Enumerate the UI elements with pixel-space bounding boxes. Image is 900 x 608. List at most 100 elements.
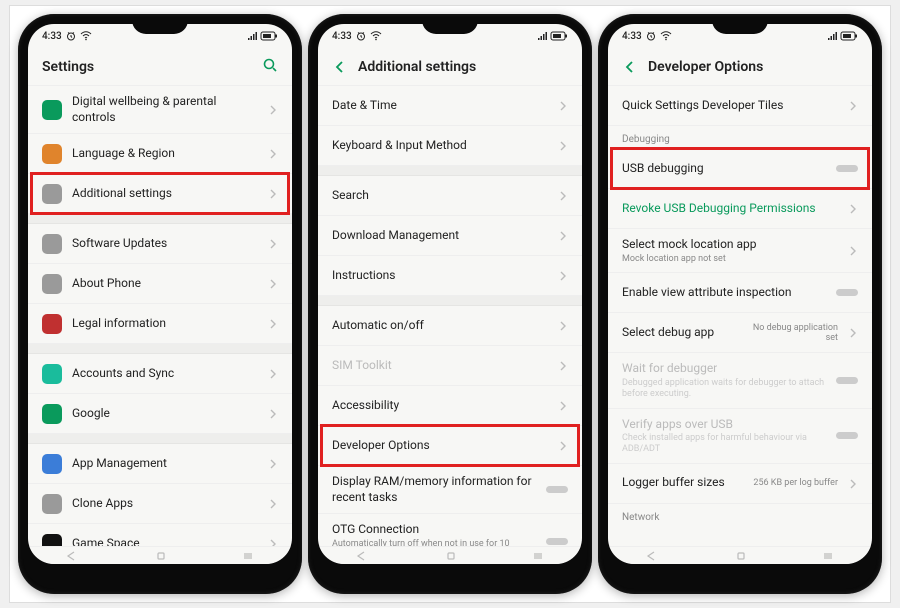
row-label: Automatic on/off bbox=[332, 318, 548, 334]
settings-row[interactable]: OTG Connection Automatically turn off wh… bbox=[318, 514, 582, 546]
search-button[interactable] bbox=[262, 57, 278, 77]
row-text: Select debug app bbox=[622, 325, 738, 341]
settings-row[interactable]: Language & Region bbox=[28, 134, 292, 174]
toggle-switch[interactable] bbox=[546, 486, 568, 493]
toggle-switch[interactable] bbox=[836, 289, 858, 296]
alarm-icon bbox=[356, 31, 366, 41]
settings-row[interactable]: Automatic on/off bbox=[318, 306, 582, 346]
settings-row[interactable]: Legal information bbox=[28, 304, 292, 344]
settings-row[interactable]: Enable view attribute inspection bbox=[608, 273, 872, 313]
toggle-switch[interactable] bbox=[546, 538, 568, 545]
apps-icon bbox=[42, 454, 62, 474]
row-text: Clone Apps bbox=[72, 496, 258, 512]
back-button[interactable] bbox=[332, 59, 348, 75]
row-text: Quick Settings Developer Tiles bbox=[622, 98, 838, 114]
settings-row[interactable]: Developer Options bbox=[318, 426, 582, 466]
settings-row[interactable]: Verify apps over USB Check installed app… bbox=[608, 409, 872, 464]
notch bbox=[132, 20, 188, 34]
chevron-right-icon bbox=[268, 100, 278, 119]
settings-row[interactable]: Select mock location app Mock location a… bbox=[608, 229, 872, 273]
row-text: Accessibility bbox=[332, 398, 548, 414]
settings-row[interactable]: Wait for debugger Debugged application w… bbox=[608, 353, 872, 408]
settings-row[interactable]: App Management bbox=[28, 444, 292, 484]
row-text: Instructions bbox=[332, 268, 548, 284]
settings-row[interactable]: Display RAM/memory information for recen… bbox=[318, 466, 582, 514]
phone-screen: 4:33 Additional settings Date & Time bbox=[318, 24, 582, 564]
nav-back[interactable] bbox=[66, 546, 80, 564]
nav-recents[interactable] bbox=[532, 546, 544, 564]
nav-recents[interactable] bbox=[242, 546, 254, 564]
section-gap bbox=[28, 344, 292, 354]
row-label: Developer Options bbox=[332, 438, 548, 454]
row-label: Digital wellbeing & parental controls bbox=[72, 94, 258, 125]
signal-icon bbox=[827, 31, 837, 41]
settings-row[interactable]: Accessibility bbox=[318, 386, 582, 426]
additional-icon bbox=[42, 184, 62, 204]
settings-row[interactable]: Revoke USB Debugging Permissions bbox=[608, 189, 872, 229]
row-label: Accessibility bbox=[332, 398, 548, 414]
toggle-switch[interactable] bbox=[836, 432, 858, 439]
settings-row[interactable]: Google bbox=[28, 394, 292, 434]
row-text: About Phone bbox=[72, 276, 258, 292]
legal-icon bbox=[42, 314, 62, 334]
row-subtitle: Mock location app not set bbox=[622, 254, 838, 265]
settings-row[interactable]: SIM Toolkit bbox=[318, 346, 582, 386]
settings-row[interactable]: Clone Apps bbox=[28, 484, 292, 524]
section-header: Debugging bbox=[608, 126, 872, 149]
settings-row[interactable]: Logger buffer sizes 256 KB per log buffe… bbox=[608, 464, 872, 504]
settings-row[interactable]: USB debugging bbox=[608, 149, 872, 189]
toggle-switch[interactable] bbox=[836, 165, 858, 172]
settings-row[interactable]: Digital wellbeing & parental controls bbox=[28, 86, 292, 134]
nav-back[interactable] bbox=[356, 546, 370, 564]
row-text: Download Management bbox=[332, 228, 548, 244]
settings-row[interactable]: Game Space bbox=[28, 524, 292, 546]
settings-row[interactable]: Keyboard & Input Method bbox=[318, 126, 582, 166]
settings-list[interactable]: Date & Time Keyboard & Input Method Sear… bbox=[318, 86, 582, 546]
nav-recents[interactable] bbox=[822, 546, 834, 564]
chevron-right-icon bbox=[268, 404, 278, 423]
phone-frame: 4:33 Developer Options Quick Settings De… bbox=[598, 14, 882, 594]
row-text: Google bbox=[72, 406, 258, 422]
battery-icon bbox=[840, 31, 858, 41]
row-label: Google bbox=[72, 406, 258, 422]
row-label: USB debugging bbox=[622, 161, 826, 177]
nav-home[interactable] bbox=[155, 546, 167, 564]
row-label: Enable view attribute inspection bbox=[622, 285, 826, 301]
row-label: Display RAM/memory information for recen… bbox=[332, 474, 536, 505]
settings-row[interactable]: Search bbox=[318, 176, 582, 216]
settings-row[interactable]: Date & Time bbox=[318, 86, 582, 126]
chevron-right-icon bbox=[848, 474, 858, 493]
settings-row[interactable]: Additional settings bbox=[28, 174, 292, 214]
row-subtitle: Debugged application waits for debugger … bbox=[622, 378, 826, 400]
alarm-icon bbox=[66, 31, 76, 41]
settings-row[interactable]: Select debug app No debug application se… bbox=[608, 313, 872, 353]
row-text: Logger buffer sizes bbox=[622, 475, 743, 491]
row-label: Verify apps over USB bbox=[622, 417, 826, 433]
screen-header: Settings bbox=[28, 48, 292, 86]
battery-icon bbox=[550, 31, 568, 41]
section-gap bbox=[318, 296, 582, 306]
row-text: Enable view attribute inspection bbox=[622, 285, 826, 301]
nav-back[interactable] bbox=[646, 546, 660, 564]
chevron-right-icon bbox=[268, 184, 278, 203]
status-time: 4:33 bbox=[332, 31, 352, 42]
nav-home[interactable] bbox=[735, 546, 747, 564]
row-label: Clone Apps bbox=[72, 496, 258, 512]
settings-list[interactable]: Digital wellbeing & parental controls La… bbox=[28, 86, 292, 546]
toggle-switch[interactable] bbox=[836, 377, 858, 384]
chevron-right-icon bbox=[558, 96, 568, 115]
settings-row[interactable]: Software Updates bbox=[28, 224, 292, 264]
wellbeing-icon bbox=[42, 100, 62, 120]
chevron-right-icon bbox=[558, 396, 568, 415]
settings-row[interactable]: Instructions bbox=[318, 256, 582, 296]
settings-row[interactable]: Accounts and Sync bbox=[28, 354, 292, 394]
screen-header: Additional settings bbox=[318, 48, 582, 86]
settings-row[interactable]: Download Management bbox=[318, 216, 582, 256]
nav-home[interactable] bbox=[445, 546, 457, 564]
row-label: Download Management bbox=[332, 228, 548, 244]
back-button[interactable] bbox=[622, 59, 638, 75]
row-value: No debug application set bbox=[748, 323, 838, 343]
settings-row[interactable]: Quick Settings Developer Tiles bbox=[608, 86, 872, 126]
settings-list[interactable]: Quick Settings Developer Tiles Debugging… bbox=[608, 86, 872, 546]
settings-row[interactable]: About Phone bbox=[28, 264, 292, 304]
